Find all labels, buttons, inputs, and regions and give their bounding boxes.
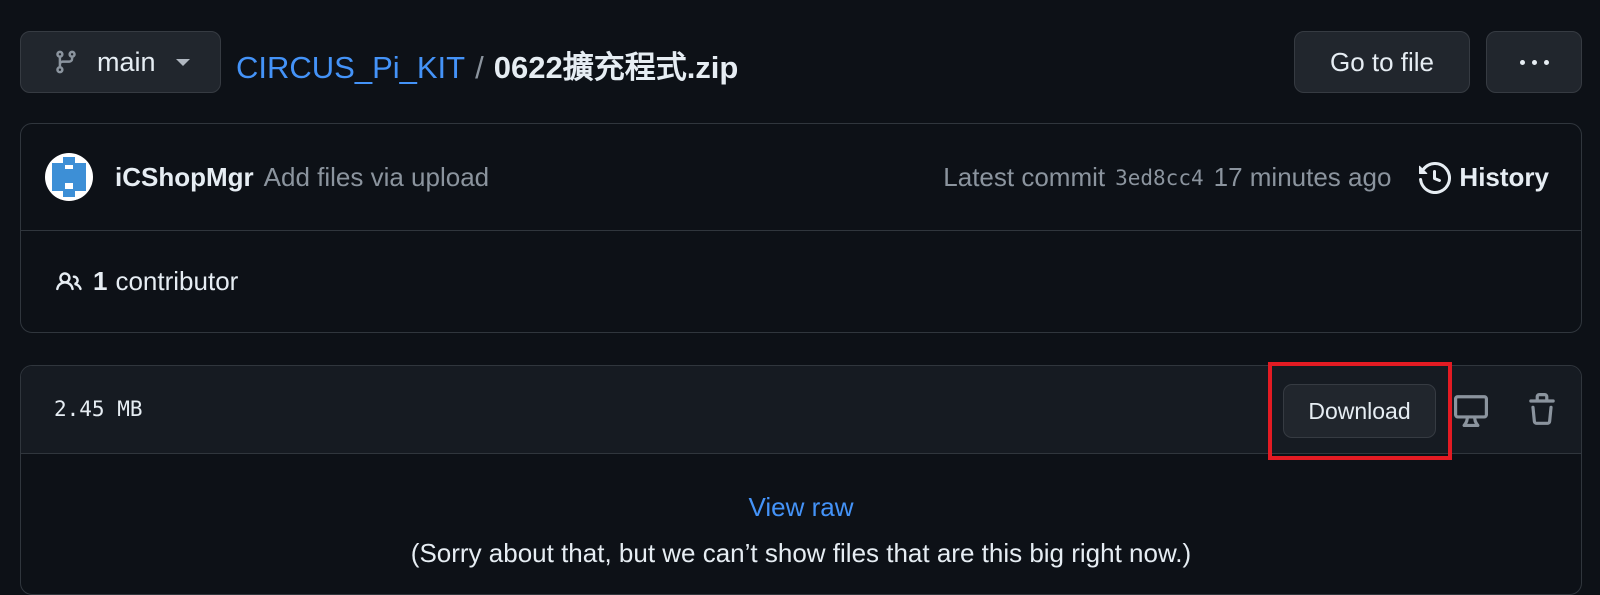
more-options-button[interactable] bbox=[1486, 31, 1582, 93]
desktop-icon[interactable] bbox=[1454, 393, 1488, 432]
history-label: History bbox=[1459, 162, 1549, 192]
people-icon bbox=[56, 271, 82, 290]
file-too-big-message: (Sorry about that, but we can’t show fil… bbox=[410, 538, 1192, 568]
commit-message-link[interactable]: Add files via upload bbox=[264, 162, 489, 193]
git-branch-icon bbox=[56, 50, 76, 74]
contributor-count: 1 bbox=[93, 266, 108, 296]
breadcrumb-separator: / bbox=[475, 50, 484, 85]
trash-icon[interactable] bbox=[1525, 393, 1559, 432]
download-button[interactable]: Download bbox=[1283, 384, 1436, 438]
breadcrumb-file-name: 0622擴充程式.zip bbox=[493, 50, 739, 85]
avatar[interactable] bbox=[45, 153, 93, 201]
commit-time: 17 minutes ago bbox=[1213, 162, 1392, 192]
contributor-label: contributor bbox=[115, 266, 239, 296]
file-viewer: 2.45 MB Download View raw (Sorry about t… bbox=[20, 365, 1582, 595]
view-raw-link[interactable]: View raw bbox=[21, 492, 1581, 523]
file-header: 2.45 MB Download bbox=[21, 366, 1581, 454]
history-icon bbox=[1419, 161, 1452, 194]
contributors-row[interactable]: 1 contributor bbox=[21, 231, 1581, 332]
commit-info-box: iCShopMgr Add files via upload Latest co… bbox=[20, 123, 1582, 333]
branch-select-button[interactable]: main bbox=[20, 31, 221, 93]
breadcrumb-repo-link[interactable]: CIRCUS_Pi_KIT bbox=[236, 50, 465, 86]
history-link[interactable]: History bbox=[1419, 161, 1549, 194]
commit-author-link[interactable]: iCShopMgr bbox=[115, 162, 254, 193]
chevron-down-icon bbox=[175, 58, 190, 66]
commit-sha-link[interactable]: 3ed8cc4 bbox=[1115, 166, 1204, 190]
latest-commit-label: Latest commit bbox=[943, 162, 1106, 192]
breadcrumb: CIRCUS_Pi_KIT / 0622擴充程式.zip bbox=[236, 42, 738, 87]
file-size: 2.45 MB bbox=[54, 397, 143, 421]
kebab-horizontal-icon bbox=[1519, 59, 1549, 65]
commit-meta: Latest commit 3ed8cc4 17 minutes ago His… bbox=[943, 124, 1549, 231]
latest-commit-row: iCShopMgr Add files via upload Latest co… bbox=[21, 124, 1581, 231]
go-to-file-button[interactable]: Go to file bbox=[1294, 31, 1470, 93]
file-body: View raw (Sorry about that, but we can’t… bbox=[21, 454, 1581, 569]
branch-name: main bbox=[97, 46, 156, 77]
